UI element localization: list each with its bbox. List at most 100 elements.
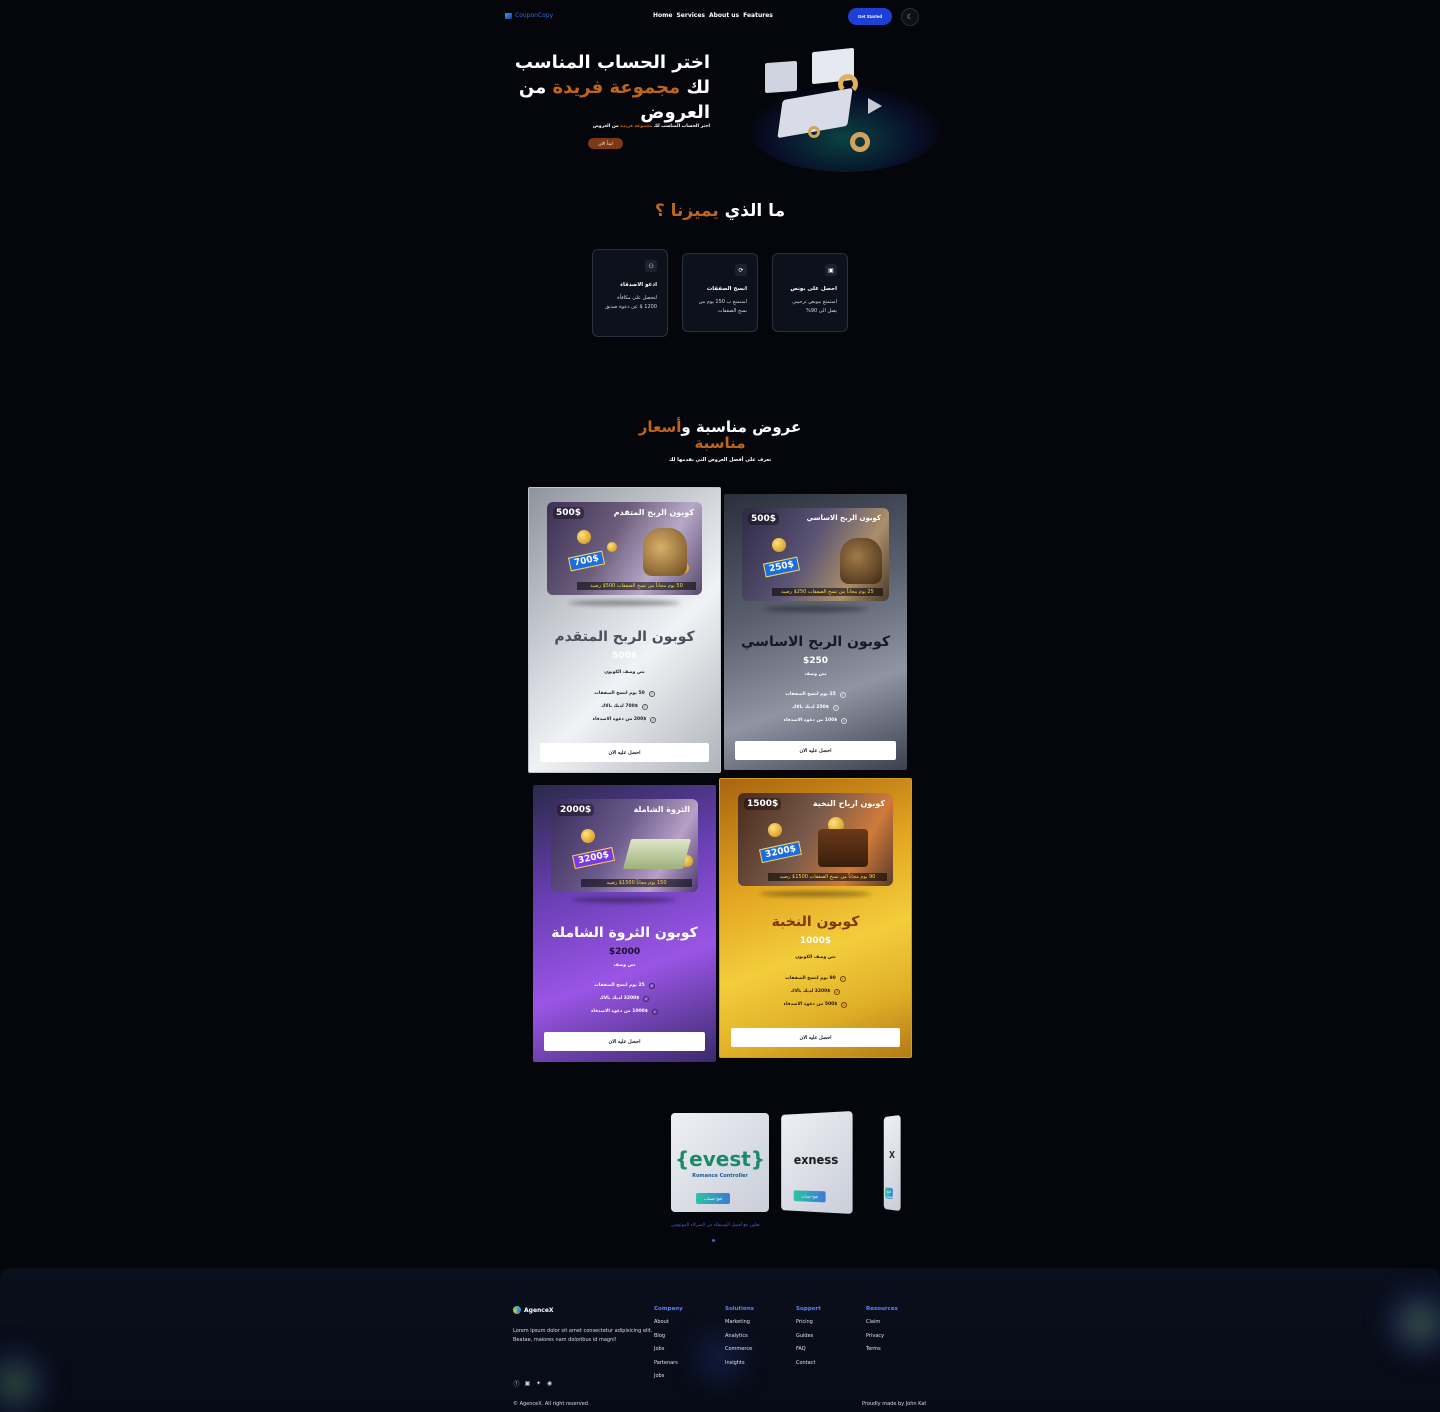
coupon-image: كوبون الربح الاساسي 500$ 250$ 25 يوم مجا… xyxy=(742,508,889,601)
hero-illustration xyxy=(720,32,940,172)
price-card-basic: كوبون الربح الاساسي 500$ 250$ 25 يوم مجا… xyxy=(724,494,907,770)
twitter-icon[interactable]: ✦ xyxy=(535,1380,542,1387)
footer-col-resources: Resources Claim Privacy Terms xyxy=(866,1306,898,1360)
feature-row: ✓ 250$ لديك بالاك xyxy=(792,704,839,711)
feature-card-copy: ⟳ انسخ الصفقات استمتع ب 150 يوم من نسخ ا… xyxy=(682,253,758,332)
check-icon: ✓ xyxy=(841,717,848,724)
feature-row: ✓ 100$ من دعوة الاصدقاء xyxy=(783,717,848,724)
check-icon: ✓ xyxy=(641,703,648,710)
check-icon: ✓ xyxy=(841,1001,848,1008)
partners-caption: تعاون مع أفضل الوسطاء من الشركاء الموثوق… xyxy=(671,1223,760,1228)
feature-card-bonus: ▣ احصل على بونص استمتع ببونص ترحيبي يصل … xyxy=(772,253,848,332)
check-icon: ✓ xyxy=(832,704,839,711)
feature-row: ✓ 3200$ لديك بالاك xyxy=(790,988,841,995)
footer-link[interactable]: Terms xyxy=(866,1346,898,1360)
coupon-image: كوبون الربح المتقدم 500$ 700$ 50 يوم مجا… xyxy=(547,502,702,595)
footer-link[interactable]: Jobs xyxy=(654,1373,683,1387)
feature-row: ✓ 90 يوم لنسخ الصفقات xyxy=(785,975,846,982)
logo-icon xyxy=(505,12,512,19)
check-icon: ✓ xyxy=(648,690,655,697)
check-icon: ✓ xyxy=(643,995,650,1002)
offers-subtitle: تعرف على أفضل العروض التي نقدمها لك xyxy=(668,457,772,463)
gift-icon: ▣ xyxy=(825,264,837,276)
footer-link[interactable]: Guides xyxy=(796,1333,821,1347)
feature-row: ✓ 50 يوم لنسخ الصفقات xyxy=(594,690,655,697)
brand-icon xyxy=(513,1306,521,1314)
footer-link[interactable]: FAQ xyxy=(796,1346,821,1360)
feature-row: ✓ 1000$ من دعوة الاصدقاء xyxy=(591,1008,658,1015)
hero-title: اختر الحساب المناسب لك مجموعة فريدة من ا… xyxy=(514,52,710,123)
get-started-button[interactable]: Get Started xyxy=(848,8,892,25)
feature-row: ✓ 500$ من دعوة الاصدقاء xyxy=(783,1001,848,1008)
price-card-elite: كوبون ارباح النخبة 1500$ 3200$ 90 يوم مج… xyxy=(719,778,912,1058)
price-card-advanced: كوبون الربح المتقدم 500$ 700$ 50 يوم مجا… xyxy=(528,487,721,773)
coupon-image: كوبون ارباح النخبة 1500$ 3200$ 90 يوم مج… xyxy=(738,793,893,886)
check-icon: ✓ xyxy=(834,988,841,995)
footer-description: Lorem ipsum dolor sit amet consectetur a… xyxy=(513,1328,653,1343)
facebook-icon[interactable]: ⓕ xyxy=(513,1380,520,1388)
coupon-image: الثروة الشاملة 2000$ 3200$ 150 يوم مجانا… xyxy=(551,799,698,892)
footer-col-company: Company About Blog Jobs Partenars Jobs xyxy=(654,1306,683,1387)
footer-link[interactable]: Pricing xyxy=(796,1319,821,1333)
feature-row: ✓ 25 يوم لنسخ الصفقات xyxy=(785,691,846,698)
theme-toggle-button[interactable]: ☾ xyxy=(901,8,919,26)
copy-icon: ⟳ xyxy=(735,264,747,276)
get-coupon-button[interactable]: احصل عليه الان xyxy=(735,741,896,760)
offers-title: عروض مناسبة وأسعار مناسبة xyxy=(638,418,802,452)
get-coupon-button[interactable]: احصل عليه الان xyxy=(544,1032,705,1051)
footer-link[interactable]: Contact xyxy=(796,1360,821,1374)
footer-col-support: Support Pricing Guides FAQ Contact xyxy=(796,1306,821,1373)
feature-card-invite: ⚇ ادعو الاصدقاء لتحصل على مكافأة 1200 $ … xyxy=(592,249,668,337)
footer-link[interactable]: About xyxy=(654,1319,683,1333)
nav-link-features[interactable]: Features xyxy=(743,12,773,19)
footer-link[interactable]: Blog xyxy=(654,1333,683,1347)
get-coupon-button[interactable]: احصل عليه الان xyxy=(540,743,709,762)
check-icon: ✓ xyxy=(651,1008,658,1015)
moon-icon: ☾ xyxy=(906,14,914,21)
footer-link[interactable]: Jobs xyxy=(654,1346,683,1360)
hero-subtitle: اختر الحساب المناسب لك مجموعة فريدة من ا… xyxy=(592,124,710,129)
open-account-button[interactable]: فتح حساب xyxy=(696,1193,730,1204)
github-icon[interactable]: ◉ xyxy=(546,1380,553,1387)
footer-link[interactable]: Partenars xyxy=(654,1360,683,1374)
footer-link[interactable]: Insights xyxy=(725,1360,754,1374)
footer-link[interactable]: Analytics xyxy=(725,1333,754,1347)
footer-link[interactable]: Marketing xyxy=(725,1319,754,1333)
made-by: Proudly made by John Kat xyxy=(862,1401,927,1407)
nav-link-about[interactable]: About us xyxy=(709,12,739,19)
partner-card-third[interactable]: X فتح حساب xyxy=(883,1114,901,1212)
carousel-dot[interactable] xyxy=(712,1239,715,1242)
check-icon: ✓ xyxy=(839,691,846,698)
social-links: ⓕ ▣ ✦ ◉ xyxy=(513,1380,553,1388)
open-account-button[interactable]: فتح حساب xyxy=(793,1190,826,1203)
linkedin-icon[interactable]: ▣ xyxy=(524,1380,531,1387)
price-card-wealth: الثروة الشاملة 2000$ 3200$ 150 يوم مجانا… xyxy=(533,785,716,1062)
feature-row: ✓ 700$ لديك بالاك xyxy=(601,703,648,710)
check-icon: ✓ xyxy=(650,716,657,723)
partner-card-evest[interactable]: {evest} Romance Controller فتح حساب xyxy=(671,1113,769,1212)
partner-card-exness[interactable]: exness فتح حساب xyxy=(781,1111,853,1214)
logo[interactable]: CouponCopy xyxy=(505,12,553,19)
get-coupon-button[interactable]: احصل عليه الان xyxy=(731,1028,900,1047)
footer-link[interactable]: Privacy xyxy=(866,1333,898,1347)
feature-row: ✓ 200$ من دعوة الاصدقاء xyxy=(592,716,657,723)
check-icon: ✓ xyxy=(648,982,655,989)
open-account-button[interactable]: فتح حساب xyxy=(885,1187,893,1200)
logo-text: CouponCopy xyxy=(515,12,554,19)
footer-link[interactable]: Claim xyxy=(866,1319,898,1333)
footer xyxy=(0,1268,1440,1412)
footer-brand[interactable]: AgenceX xyxy=(513,1306,554,1314)
footer-link[interactable]: Commerce xyxy=(725,1346,754,1360)
top-nav: CouponCopy Home Services About us Featur… xyxy=(505,8,920,26)
users-icon: ⚇ xyxy=(645,260,657,272)
check-icon: ✓ xyxy=(839,975,846,982)
nav-links: Home Services About us Features xyxy=(653,12,773,19)
nav-link-services[interactable]: Services xyxy=(676,12,705,19)
nav-link-home[interactable]: Home xyxy=(653,12,672,19)
features-title: ما الذي يميزنا ؟ xyxy=(654,201,786,221)
feature-row: ✓ 25 يوم لنسخ الصفقات xyxy=(594,982,655,989)
feature-row: ✓ 3200$ لديك بالاك xyxy=(599,995,650,1002)
footer-col-solutions: Solutions Marketing Analytics Commerce I… xyxy=(725,1306,754,1373)
copyright: © AgenceX. All right reserved xyxy=(513,1401,588,1407)
hero-start-button[interactable]: ابدأ الان xyxy=(588,138,623,149)
